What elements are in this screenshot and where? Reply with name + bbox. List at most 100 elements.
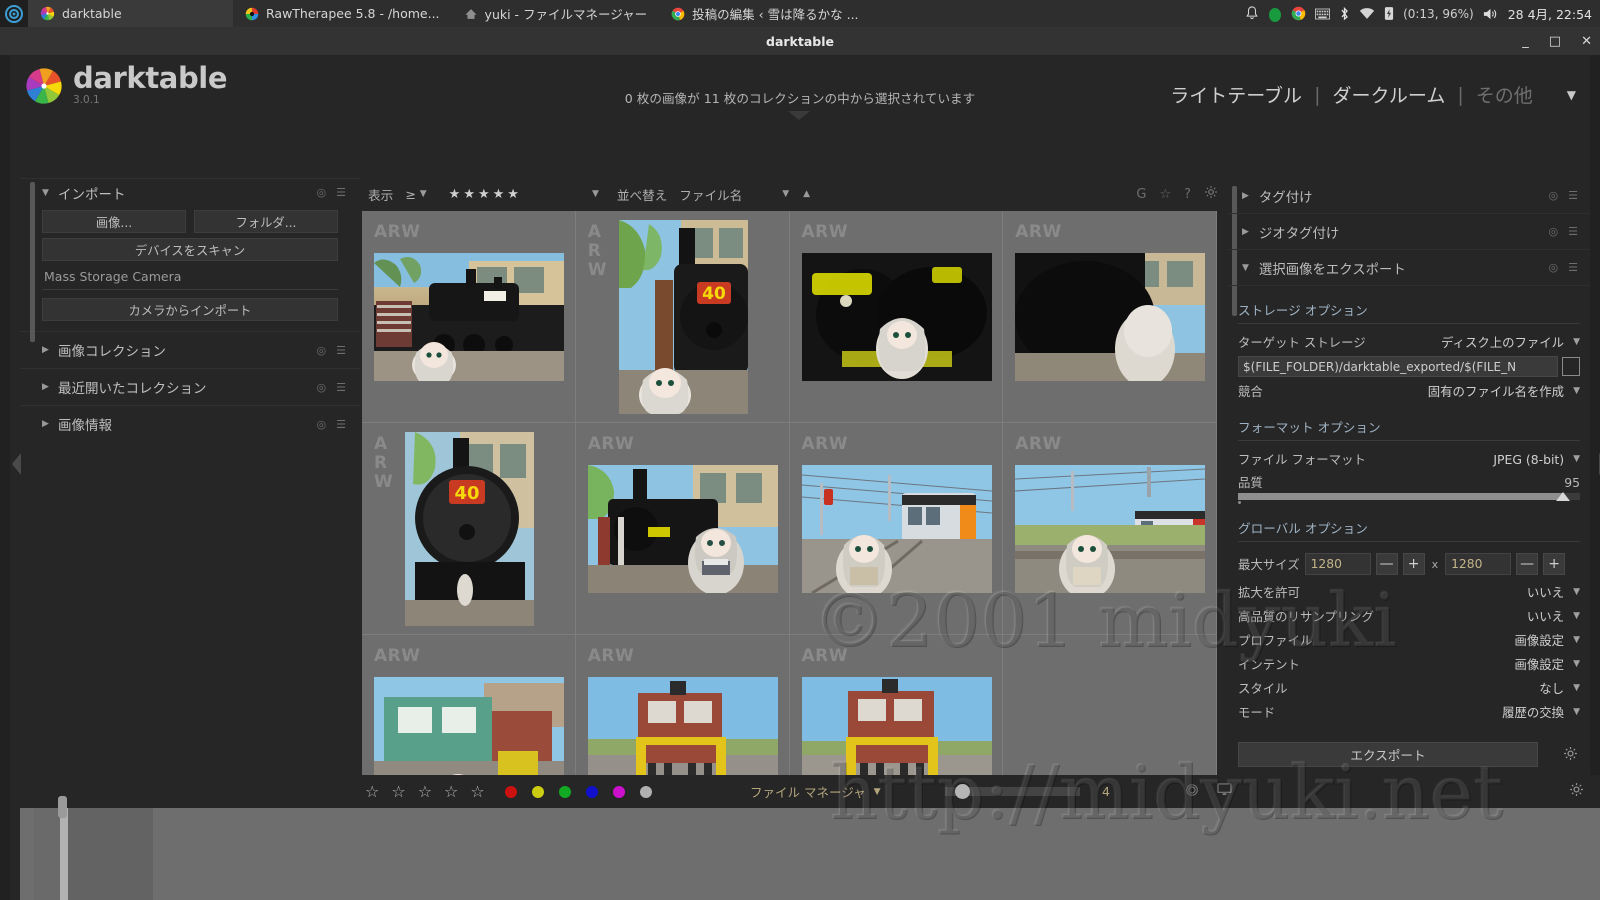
- chrome-icon[interactable]: [1291, 6, 1306, 21]
- top-panel-toggle[interactable]: [788, 111, 810, 120]
- taskbar-item-rawtherapee[interactable]: RawTherapee 5.8 - /home...: [233, 0, 452, 27]
- quality-slider-knob[interactable]: [1555, 492, 1570, 501]
- thumbnail-cell[interactable]: ARW: [790, 635, 1004, 775]
- chevron-down-icon[interactable]: ▼: [1573, 635, 1580, 645]
- sort-value[interactable]: ファイル名: [679, 185, 742, 204]
- view-other[interactable]: その他: [1464, 81, 1545, 108]
- module-header-tagging[interactable]: ▶ タグ付け ◎ ☰: [1228, 178, 1590, 214]
- folder-icon[interactable]: [1562, 357, 1580, 376]
- color-label-red[interactable]: [505, 785, 517, 798]
- thumbnail-cell[interactable]: ARW: [362, 211, 576, 423]
- timeline-column[interactable]: [34, 808, 60, 900]
- conflict-row[interactable]: 競合 固有のファイル名を作成 ▼: [1228, 379, 1590, 403]
- rating-star-5[interactable]: ☆: [470, 782, 484, 801]
- file-format-row[interactable]: ファイル フォーマット JPEG (8-bit) ▼: [1228, 447, 1590, 471]
- module-header-geotagging[interactable]: ▶ ジオタグ付け ◎ ☰: [1228, 214, 1590, 250]
- intent-row[interactable]: インテント 画像設定 ▼: [1228, 652, 1590, 676]
- wifi-icon[interactable]: [1359, 7, 1375, 20]
- app-launcher-icon[interactable]: [0, 0, 28, 27]
- thumbnail-cell[interactable]: ARW: [789, 423, 1004, 635]
- chevron-down-icon[interactable]: ▼: [1573, 611, 1580, 621]
- chevron-down-icon[interactable]: ▼: [1573, 683, 1580, 693]
- zoom-slider-knob[interactable]: [955, 784, 970, 799]
- gear-icon[interactable]: [1563, 746, 1578, 765]
- module-header-export[interactable]: ▼ 選択画像をエクスポート ◎ ☰: [1228, 250, 1590, 286]
- twisty-icon[interactable]: ▶: [42, 419, 49, 429]
- quality-slider[interactable]: [1238, 492, 1580, 501]
- twisty-icon[interactable]: ▶: [42, 382, 49, 392]
- window-maximize-button[interactable]: □: [1549, 34, 1561, 49]
- profile-row[interactable]: プロファイル 画像設定 ▼: [1228, 628, 1590, 652]
- twisty-icon[interactable]: ▶: [42, 345, 49, 355]
- thumbnail-cell[interactable]: ARW 40: [575, 211, 790, 423]
- reset-icon[interactable]: ◎: [317, 344, 327, 357]
- thumbnail-cell[interactable]: ARW 40: [362, 423, 576, 635]
- chevron-down-icon[interactable]: ▼: [874, 787, 881, 797]
- import-image-button[interactable]: 画像...: [42, 210, 186, 233]
- scan-devices-button[interactable]: デバイスをスキャン: [42, 238, 338, 261]
- export-path-input[interactable]: $(FILE_FOLDER)/darktable_exported/$(FILE…: [1238, 356, 1558, 377]
- import-from-camera-button[interactable]: カメラからインポート: [42, 298, 338, 321]
- allow-upscale-row[interactable]: 拡大を許可 いいえ ▼: [1228, 580, 1590, 604]
- chevron-down-icon[interactable]: ▼: [1567, 88, 1576, 102]
- keyboard-icon[interactable]: [1315, 8, 1331, 20]
- filter-comparator[interactable]: ≥: [405, 187, 416, 202]
- color-label-blue[interactable]: [586, 785, 598, 798]
- thumbnail-cell[interactable]: ARW: [1003, 211, 1217, 423]
- reset-icon[interactable]: ◎: [1549, 261, 1559, 274]
- presets-icon[interactable]: ☰: [1568, 261, 1578, 274]
- thumbnail-cell[interactable]: ARW: [1003, 423, 1217, 635]
- zoom-slider[interactable]: [945, 784, 1080, 799]
- chevron-down-icon[interactable]: ▼: [1573, 337, 1580, 347]
- taskbar-clock[interactable]: 28 4月, 22:54: [1508, 4, 1600, 23]
- hq-resampling-row[interactable]: 高品質のリサンプリング いいえ ▼: [1228, 604, 1590, 628]
- thumbnail-cell[interactable]: ARW: [789, 211, 1004, 423]
- rating-stars-control[interactable]: ☆ ☆ ☆ ☆ ☆: [365, 782, 485, 801]
- chevron-down-icon[interactable]: ▼: [1573, 454, 1580, 464]
- bluetooth-icon[interactable]: [1339, 6, 1350, 22]
- green-drop-icon[interactable]: [1268, 6, 1282, 22]
- chevron-down-icon[interactable]: ▼: [1573, 587, 1580, 597]
- timeline-panel[interactable]: 2020: [20, 796, 1600, 900]
- battery-icon[interactable]: [1384, 6, 1394, 21]
- reset-icon[interactable]: ◎: [1549, 189, 1559, 202]
- chevron-down-icon[interactable]: ▼: [592, 189, 599, 199]
- gear-icon[interactable]: [1204, 185, 1218, 203]
- color-label-yellow[interactable]: [532, 785, 544, 798]
- view-darkroom[interactable]: ダークルーム: [1320, 81, 1457, 108]
- window-close-button[interactable]: ✕: [1581, 34, 1592, 49]
- filter-star-rating[interactable]: ★★★★★: [449, 187, 522, 202]
- layout-mode-selector[interactable]: ファイル マネージャ ▼: [750, 782, 881, 801]
- sort-direction-icon[interactable]: ▲: [803, 189, 810, 199]
- presets-icon[interactable]: ☰: [336, 381, 346, 394]
- twisty-icon[interactable]: ▼: [1242, 263, 1249, 273]
- overlays-star-icon[interactable]: ☆: [1159, 187, 1171, 202]
- max-width-minus-button[interactable]: —: [1375, 553, 1398, 575]
- color-label-purple[interactable]: [613, 785, 625, 798]
- chevron-down-icon[interactable]: ▼: [1573, 707, 1580, 717]
- presets-icon[interactable]: ☰: [336, 186, 346, 199]
- max-width-plus-button[interactable]: +: [1402, 553, 1425, 575]
- thumbnail-cell[interactable]: ARW: [362, 635, 576, 775]
- window-minimize-button[interactable]: _: [1522, 34, 1529, 49]
- max-height-plus-button[interactable]: +: [1543, 553, 1566, 575]
- reset-icon[interactable]: ◎: [317, 418, 327, 431]
- reset-icon[interactable]: ◎: [317, 381, 327, 394]
- style-row[interactable]: スタイル なし ▼: [1228, 676, 1590, 700]
- module-header-image-information[interactable]: ▶ 画像情報 ◎ ☰: [20, 406, 360, 442]
- chevron-down-icon[interactable]: ▼: [1573, 659, 1580, 669]
- presets-icon[interactable]: ☰: [1568, 189, 1578, 202]
- rating-star-2[interactable]: ☆: [391, 782, 405, 801]
- module-header-recent-collections[interactable]: ▶ 最近開いたコレクション ◎ ☰: [20, 369, 360, 405]
- presets-icon[interactable]: ☰: [1568, 225, 1578, 238]
- chevron-down-icon[interactable]: ▼: [1573, 386, 1580, 396]
- lighttable-grid[interactable]: ARW A R W 40 ARW ARW A R W 40 ARW ARW AR…: [362, 211, 1217, 775]
- max-height-input[interactable]: 1280: [1445, 553, 1512, 575]
- max-width-input[interactable]: 1280: [1304, 553, 1371, 575]
- twisty-icon[interactable]: ▶: [1242, 191, 1249, 201]
- presets-icon[interactable]: ☰: [336, 418, 346, 431]
- module-header-import[interactable]: ▼ インポート ◎ ☰: [20, 178, 360, 206]
- reset-icon[interactable]: ◎: [317, 186, 327, 199]
- timeline-column[interactable]: [68, 808, 153, 900]
- target-storage-row[interactable]: ターゲット ストレージ ディスク上のファイル ▼: [1228, 330, 1590, 354]
